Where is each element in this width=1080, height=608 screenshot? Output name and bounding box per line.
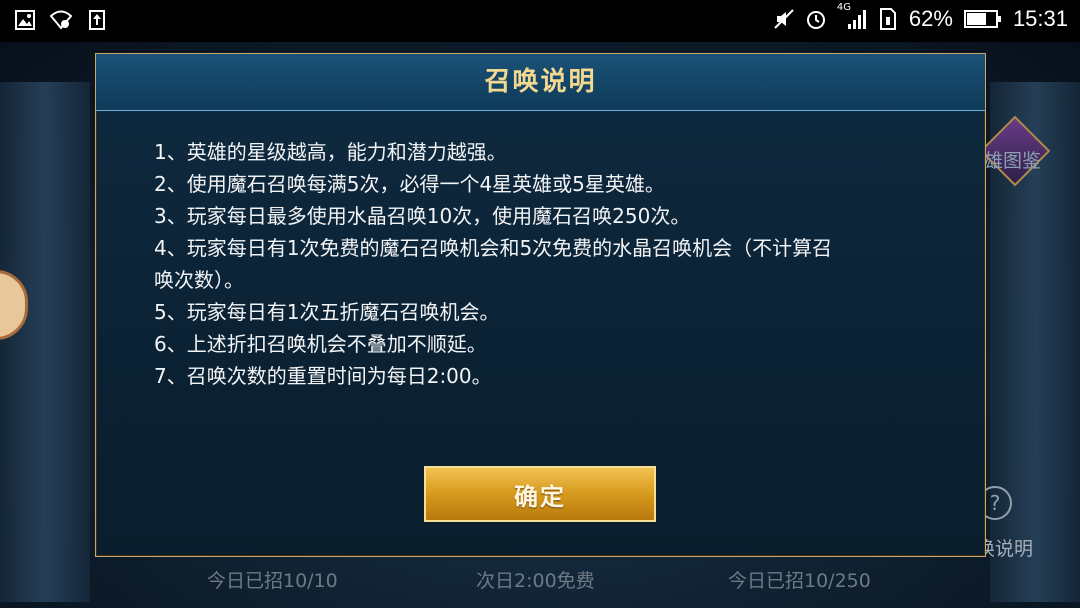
- system-status: 4G 62% 15:31: [773, 2, 1068, 32]
- summon-info-dialog: 召唤说明 1、英雄的星级越高，能力和潜力越强。 2、使用魔石召唤每满5次，必得一…: [95, 53, 986, 557]
- status-bar: 4G 62% 15:31: [0, 0, 1080, 42]
- wifi-icon: [50, 9, 72, 31]
- hero-gallery-label: 雄图鉴: [984, 150, 1042, 172]
- network-type: 4G: [836, 2, 852, 13]
- alarm-icon: [805, 8, 827, 30]
- confirm-button[interactable]: 确定: [424, 466, 656, 522]
- left-pillar: [0, 82, 90, 602]
- rules-list: 1、英雄的星级越高，能力和潜力越强。 2、使用魔石召唤每满5次，必得一个4星英雄…: [154, 136, 934, 392]
- crystal-count-label: 今日已招10/10: [207, 570, 338, 592]
- battery-percent: 62%: [908, 6, 953, 31]
- rule-item: 5、玩家每日有1次五折魔石召唤机会。: [154, 300, 500, 324]
- rule-item: 3、玩家每日最多使用水晶召唤10次，使用魔石召唤250次。: [154, 204, 691, 228]
- clock: 15:31: [1012, 6, 1068, 31]
- stone-count-label: 今日已招10/250: [728, 570, 871, 592]
- rule-item: 7、召唤次数的重置时间为每日2:00。: [154, 364, 492, 388]
- notification-icons: [14, 9, 108, 31]
- mute-icon: [773, 8, 795, 30]
- rule-item: 6、上述折扣召唤机会不叠加不顺延。: [154, 332, 487, 356]
- rule-item: 1、英雄的星级越高，能力和潜力越强。: [154, 140, 507, 164]
- image-icon: [14, 9, 36, 31]
- sim-icon: [877, 8, 899, 30]
- dialog-title: 召唤说明: [484, 67, 597, 97]
- signal-icon: 4G: [837, 2, 867, 30]
- rule-item: 2、使用魔石召唤每满5次，必得一个4星英雄或5星英雄。: [154, 172, 665, 196]
- rule-item: 4、玩家每日有1次免费的魔石召唤机会和5次免费的水晶召唤机会（不计算召: [154, 236, 833, 260]
- free-time-label: 次日2:00免费: [476, 570, 595, 592]
- rule-item: 唤次数）。: [154, 268, 244, 292]
- battery-icon: [963, 8, 1003, 30]
- upload-icon: [86, 9, 108, 31]
